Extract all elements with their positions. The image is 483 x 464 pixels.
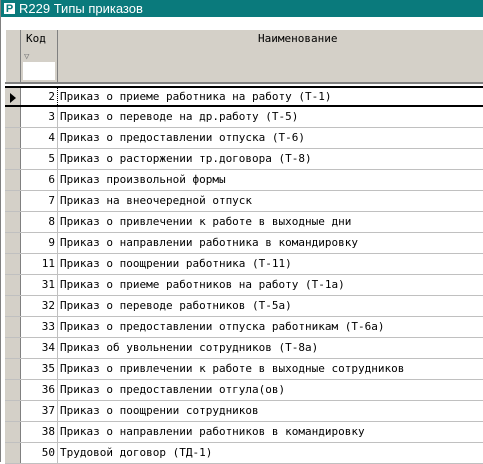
row-indicator[interactable]	[5, 443, 21, 463]
cell-name[interactable]: Приказ о привлечении к работе в выходные…	[58, 359, 483, 379]
cell-name[interactable]: Приказ о привлечении к работе в выходные…	[58, 212, 483, 232]
table-row[interactable]: 35 Приказ о привлечении к работе в выходн…	[5, 359, 483, 380]
cell-code[interactable]: 37	[21, 401, 58, 421]
row-indicator[interactable]	[5, 359, 21, 379]
table-row[interactable]: 32 Приказ о переводе работников (Т-5а)	[5, 296, 483, 317]
cell-name[interactable]: Приказ о направлении работника в команди…	[58, 233, 483, 253]
table-row[interactable]: 33 Приказ о предоставлении отпуска работн…	[5, 317, 483, 338]
cell-name[interactable]: Приказ о приеме работников на работу (Т-…	[58, 275, 483, 295]
column-header-code-label: Код	[26, 32, 46, 45]
table-row[interactable]: 36 Приказ о предоставлении отгула(ов)	[5, 380, 483, 401]
table-row[interactable]: 7 Приказ на внеочередной отпуск	[5, 191, 483, 212]
cell-code[interactable]: 7	[21, 191, 58, 211]
table-row[interactable]: 38 Приказ о направлении работников в кома…	[5, 422, 483, 443]
cell-code[interactable]: 38	[21, 422, 58, 442]
row-indicator[interactable]	[5, 149, 21, 169]
table-row[interactable]: 31 Приказ о приеме работников на работу (…	[5, 275, 483, 296]
column-header-code[interactable]: Код ▽	[21, 30, 58, 82]
orders-types-window: P R229 Типы приказов Код ▽ Наименование …	[0, 0, 483, 464]
row-indicator[interactable]	[5, 88, 21, 105]
row-indicator[interactable]	[5, 191, 21, 211]
cell-name[interactable]: Приказ о переводе на др.работу (Т-5)	[58, 107, 483, 127]
cell-code[interactable]: 6	[21, 170, 58, 190]
code-filter-input[interactable]	[23, 62, 55, 80]
sort-arrow-icon: ▽	[24, 52, 30, 62]
header-separator	[5, 82, 483, 84]
table-row[interactable]: 50 Трудовой договор (ТД-1)	[5, 443, 483, 464]
table-row[interactable]: 11 Приказ о поощрении работника (Т-11)	[5, 254, 483, 275]
cell-code[interactable]: 8	[21, 212, 58, 232]
cell-name[interactable]: Приказ на внеочередной отпуск	[58, 191, 483, 211]
row-indicator[interactable]	[5, 317, 21, 337]
row-indicator[interactable]	[5, 422, 21, 442]
row-indicator[interactable]	[5, 401, 21, 421]
cell-code[interactable]: 32	[21, 296, 58, 316]
cell-code[interactable]: 2	[21, 88, 58, 105]
row-indicator[interactable]	[5, 338, 21, 358]
row-indicator[interactable]	[5, 212, 21, 232]
table-row[interactable]: 9 Приказ о направлении работника в команд…	[5, 233, 483, 254]
cell-code[interactable]: 5	[21, 149, 58, 169]
cell-name[interactable]: Трудовой договор (ТД-1)	[58, 443, 483, 463]
orders-grid[interactable]: Код ▽ Наименование 2 Приказ о приеме рабо…	[5, 30, 483, 464]
cell-code[interactable]: 50	[21, 443, 58, 463]
row-indicator[interactable]	[5, 128, 21, 148]
grid-rows: 2 Приказ о приеме работника на работу (Т-…	[5, 86, 483, 464]
cell-name[interactable]: Приказ о приеме работника на работу (Т-1…	[58, 88, 483, 105]
cell-code[interactable]: 9	[21, 233, 58, 253]
table-row[interactable]: 5 Приказ о расторжении тр.договора (Т-8)	[5, 149, 483, 170]
cell-name[interactable]: Приказ произвольной формы	[58, 170, 483, 190]
app-icon[interactable]: P	[3, 2, 16, 15]
window-title: R229 Типы приказов	[19, 1, 143, 16]
table-row[interactable]: 2 Приказ о приеме работника на работу (Т-…	[5, 86, 483, 107]
cell-code[interactable]: 36	[21, 380, 58, 400]
cell-code[interactable]: 3	[21, 107, 58, 127]
title-bar[interactable]: P R229 Типы приказов	[1, 0, 483, 17]
cell-code[interactable]: 11	[21, 254, 58, 274]
cell-name[interactable]: Приказ о переводе работников (Т-5а)	[58, 296, 483, 316]
row-indicator[interactable]	[5, 275, 21, 295]
cell-code[interactable]: 34	[21, 338, 58, 358]
header-indicator-cell	[5, 30, 21, 82]
cell-name[interactable]: Приказ о расторжении тр.договора (Т-8)	[58, 149, 483, 169]
cell-code[interactable]: 31	[21, 275, 58, 295]
column-header-name[interactable]: Наименование	[58, 30, 483, 82]
cell-name[interactable]: Приказ о поощрении сотрудников	[58, 401, 483, 421]
row-indicator[interactable]	[5, 107, 21, 127]
table-row[interactable]: 4 Приказ о предоставлении отпуска (Т-6)	[5, 128, 483, 149]
row-indicator[interactable]	[5, 380, 21, 400]
row-indicator[interactable]	[5, 233, 21, 253]
row-indicator[interactable]	[5, 254, 21, 274]
cell-name[interactable]: Приказ о направлении работников в команд…	[58, 422, 483, 442]
row-indicator[interactable]	[5, 296, 21, 316]
table-row[interactable]: 3 Приказ о переводе на др.работу (Т-5)	[5, 107, 483, 128]
table-row[interactable]: 6 Приказ произвольной формы	[5, 170, 483, 191]
cell-code[interactable]: 35	[21, 359, 58, 379]
column-header-name-label: Наименование	[258, 32, 338, 45]
cell-code[interactable]: 33	[21, 317, 58, 337]
cell-name[interactable]: Приказ о поощрении работника (Т-11)	[58, 254, 483, 274]
cell-name[interactable]: Приказ о предоставлении отпуска работник…	[58, 317, 483, 337]
table-row[interactable]: 8 Приказ о привлечении к работе в выходны…	[5, 212, 483, 233]
cell-name[interactable]: Приказ о предоставлении отпуска (Т-6)	[58, 128, 483, 148]
cell-code[interactable]: 4	[21, 128, 58, 148]
grid-header: Код ▽ Наименование	[5, 30, 483, 83]
current-row-arrow-icon	[10, 93, 16, 103]
cell-name[interactable]: Приказ об увольнении сотрудников (Т-8а)	[58, 338, 483, 358]
row-indicator[interactable]	[5, 170, 21, 190]
table-row[interactable]: 37 Приказ о поощрении сотрудников	[5, 401, 483, 422]
table-row[interactable]: 34 Приказ об увольнении сотрудников (Т-8а…	[5, 338, 483, 359]
cell-name[interactable]: Приказ о предоставлении отгула(ов)	[58, 380, 483, 400]
